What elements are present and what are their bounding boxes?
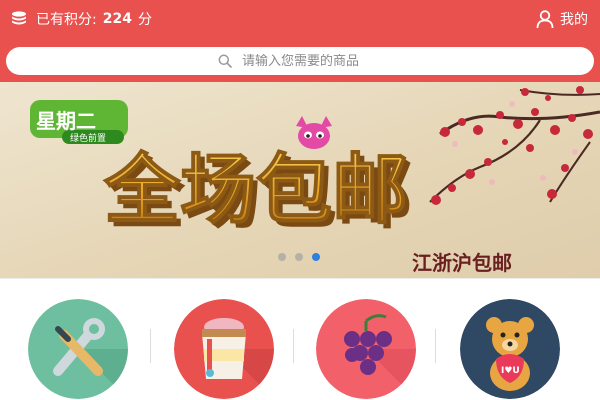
category-fruit[interactable]: [316, 299, 416, 399]
mine-label: 我的: [560, 12, 588, 28]
promo-banner[interactable]: 星期二 绿色前置 全场包邮 全场包邮 江浙沪包邮: [0, 82, 600, 278]
carousel-dot-3[interactable]: [312, 253, 320, 261]
points-display: 已有积分: 224 分: [10, 8, 152, 30]
banner-caption: 江浙沪包邮: [412, 251, 512, 275]
points-unit: 分: [137, 12, 152, 28]
user-icon: [535, 9, 555, 29]
brand-subtitle: 绿色前置: [70, 132, 106, 144]
grapes-icon: [316, 299, 416, 399]
headline-text: 全场包邮: [103, 145, 408, 234]
teddy-bear-icon: I♥U: [460, 299, 560, 399]
points-value: 224: [102, 11, 132, 27]
tools-icon: [28, 299, 128, 399]
category-ice-cream[interactable]: [174, 299, 274, 399]
category-separator: [435, 329, 436, 363]
search-bar[interactable]: [6, 47, 594, 75]
category-separator: [150, 329, 151, 363]
search-input[interactable]: [242, 53, 382, 69]
coin-stack-icon: [10, 10, 28, 28]
mine-link[interactable]: 我的: [535, 8, 588, 30]
brand-name: 星期二: [36, 109, 96, 133]
svg-text:I♥U: I♥U: [501, 366, 520, 376]
banner-headline: 全场包邮 全场包邮: [102, 144, 413, 239]
carousel-dot-1[interactable]: [278, 253, 286, 261]
page: 已有积分: 224 分 我的 请输入您需要的商品 星期二 绿色前置 全场包邮 全…: [0, 0, 600, 400]
category-row: I♥U: [0, 278, 600, 400]
category-toys[interactable]: I♥U: [460, 299, 560, 399]
ice-cream-icon: [174, 299, 274, 399]
carousel-indicator: [278, 253, 320, 261]
top-header: 已有积分: 224 分 我的: [0, 0, 600, 82]
brand-logo: 星期二 绿色前置: [30, 100, 128, 144]
search-icon: [218, 54, 232, 68]
category-tools[interactable]: [28, 299, 128, 399]
category-separator: [293, 329, 294, 363]
carousel-dot-2[interactable]: [295, 253, 303, 261]
points-label: 已有积分:: [36, 12, 97, 28]
